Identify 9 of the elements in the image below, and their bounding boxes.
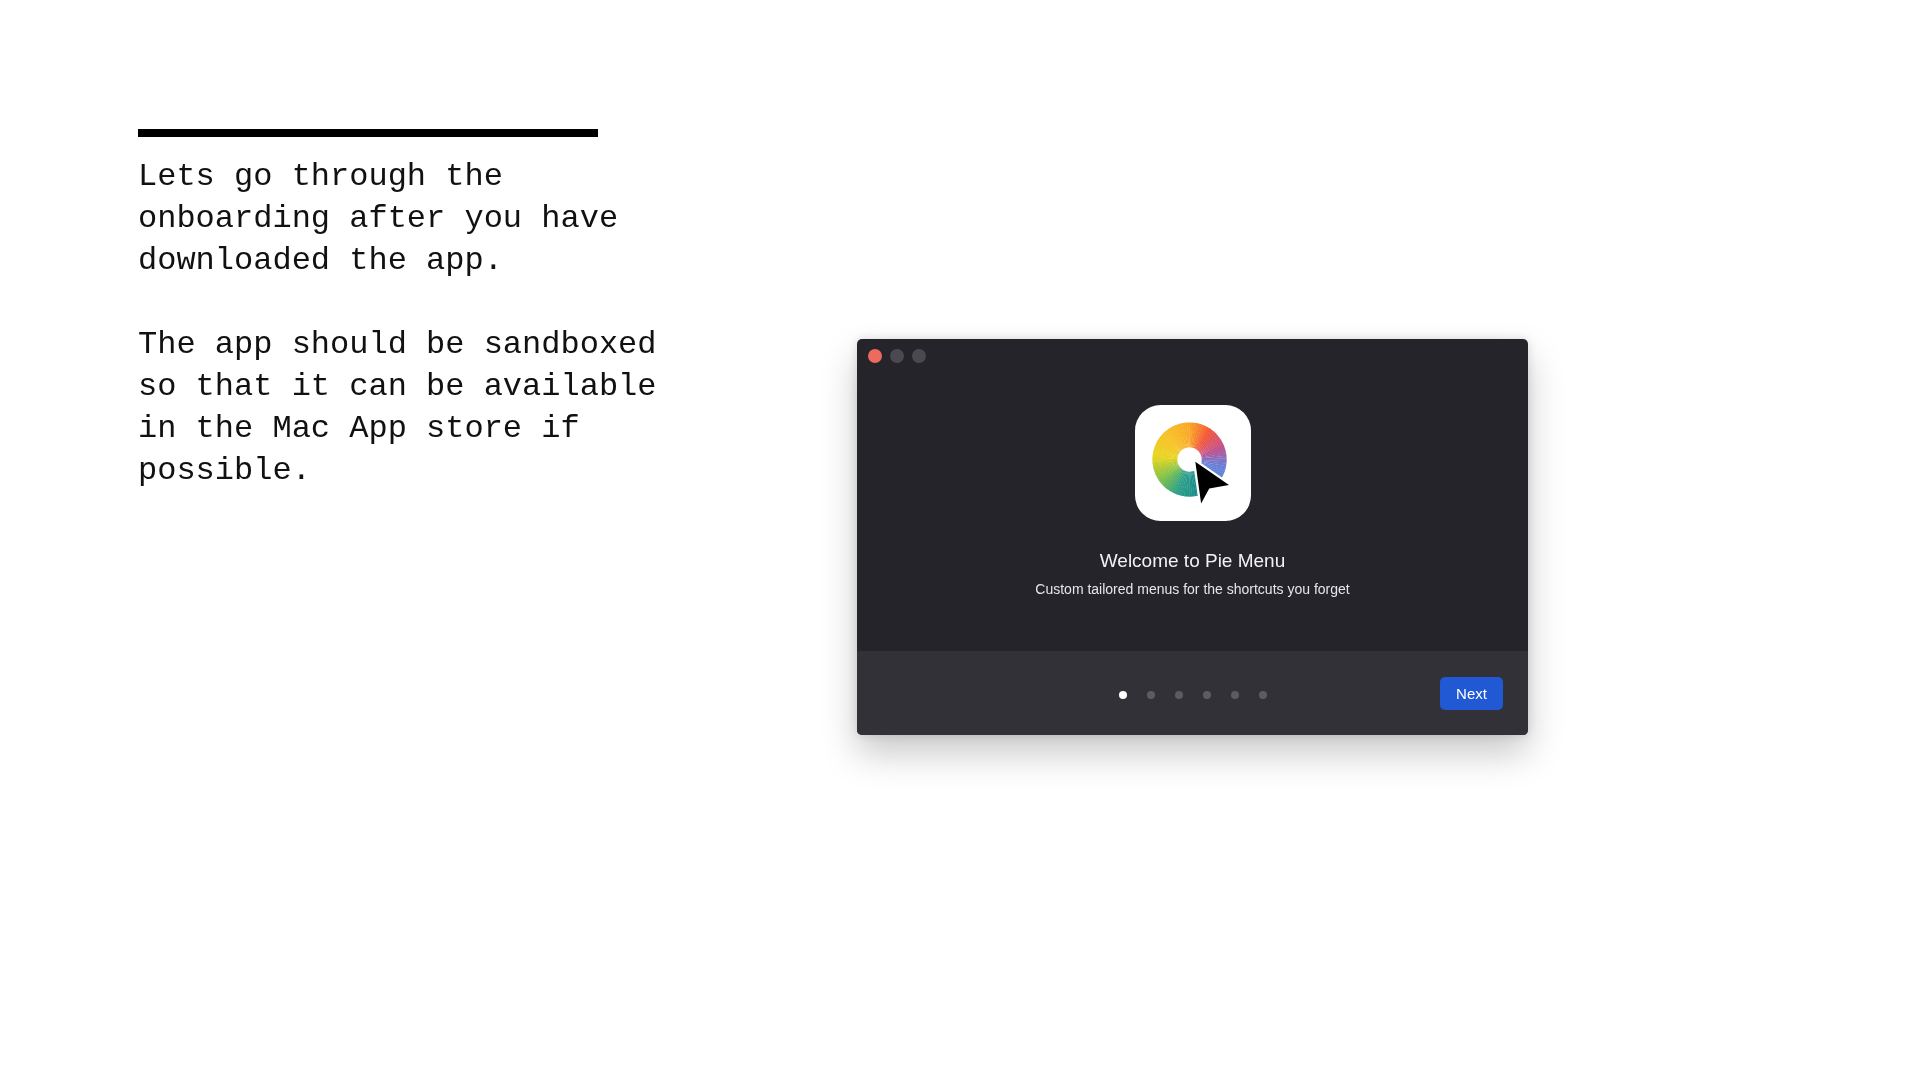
- welcome-subtitle: Custom tailored menus for the shortcuts you forget: [1035, 580, 1350, 598]
- slide-paragraph: The app should be sandboxed so that it can be available in the Mac App store if possible.: [138, 325, 658, 491]
- maximize-icon[interactable]: [912, 349, 926, 363]
- close-icon[interactable]: [868, 349, 882, 363]
- app-icon: [1134, 405, 1251, 521]
- slide-paragraph: Lets go through the onboarding after you have downloaded the app.: [138, 157, 620, 281]
- next-button[interactable]: Next: [1440, 676, 1503, 710]
- welcome-title: Welcome to Pie Menu: [1099, 549, 1286, 573]
- minimize-icon[interactable]: [890, 349, 904, 363]
